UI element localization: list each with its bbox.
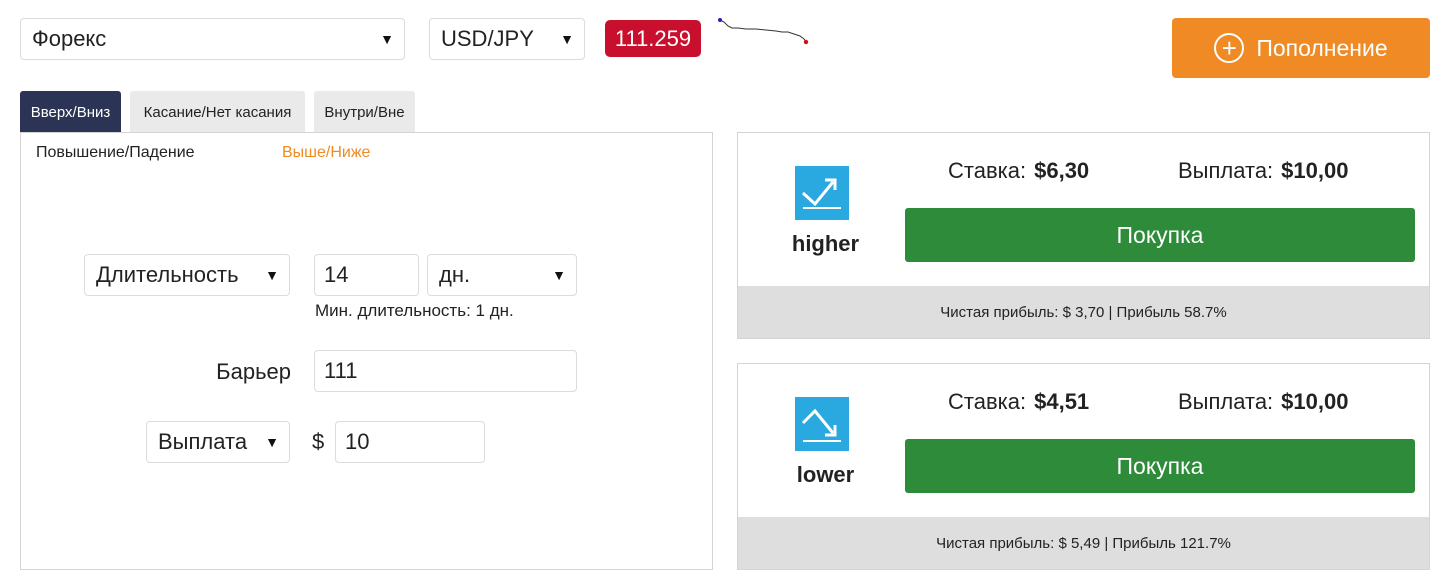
subtab-higher-lower[interactable]: Выше/Ниже [282, 144, 370, 162]
contract-card-lower: lower Ставка: $4,51 Выплата: $10,00 Покупк… [737, 363, 1430, 570]
chevron-down-icon: ▼ [265, 434, 279, 450]
payout-line: Выплата: $10,00 [1178, 158, 1348, 184]
tab-touch-no-touch[interactable]: Касание/Нет касания [130, 91, 305, 133]
contract-card-higher: higher Ставка: $6,30 Выплата: $10,00 Покуп… [737, 132, 1430, 339]
stake-label: Ставка: [948, 389, 1027, 414]
deposit-button[interactable]: + Пополнение [1172, 18, 1430, 78]
payout-line: Выплата: $10,00 [1178, 389, 1348, 415]
tab-in-out[interactable]: Внутри/Вне [314, 91, 415, 133]
price-sparkline [718, 18, 809, 45]
payout-label: Выплата: [1178, 158, 1274, 183]
spot-price-badge: 111.259 [605, 20, 701, 57]
profit-info: Чистая прибыль: $ 3,70 | Прибыль 58.7% [738, 286, 1429, 338]
duration-unit-select[interactable]: дн. ▼ [427, 254, 577, 296]
plus-circle-icon: + [1214, 33, 1245, 63]
sparkline-end-dot [803, 39, 809, 45]
stake-line: Ставка: $4,51 [948, 389, 1089, 415]
payout-type-value: Выплата [158, 429, 248, 454]
subtab-rise-fall[interactable]: Повышение/Падение [36, 144, 195, 162]
chevron-down-icon: ▼ [552, 267, 566, 283]
currency-symbol: $ [312, 429, 325, 454]
barrier-input[interactable]: 111 [314, 350, 577, 392]
stake-line: Ставка: $6,30 [948, 158, 1089, 184]
duration-hint: Мин. длительность: 1 дн. [315, 301, 514, 320]
market-select-value: Форекс [32, 26, 107, 51]
payout-label: Выплата: [1178, 389, 1274, 414]
chevron-down-icon: ▼ [380, 31, 394, 47]
payout-type-select[interactable]: Выплата ▼ [146, 421, 290, 463]
barrier-label: Барьер [216, 359, 291, 384]
arrow-down-icon [795, 397, 849, 451]
duration-unit-value: дн. [439, 262, 471, 287]
sparkline-start-dot [718, 18, 722, 22]
duration-type-select[interactable]: Длительность ▼ [84, 254, 290, 296]
payout-value: $10,00 [1281, 158, 1349, 183]
stake-value: $6,30 [1034, 158, 1090, 183]
stake-label: Ставка: [948, 158, 1027, 183]
tab-up-down-label: Вверх/Вниз [30, 103, 111, 121]
payout-amount-input[interactable]: 10 [335, 421, 485, 463]
tab-in-out-label: Внутри/Вне [324, 103, 405, 121]
arrow-up-icon [795, 166, 849, 220]
tab-up-down[interactable]: Вверх/Вниз [20, 91, 121, 133]
duration-value-input[interactable]: 14 [314, 254, 419, 296]
market-select[interactable]: Форекс ▼ [20, 18, 405, 60]
profit-info: Чистая прибыль: $ 5,49 | Прибыль 121.7% [738, 517, 1429, 569]
chevron-down-icon: ▼ [560, 31, 574, 47]
tab-touch-no-touch-label: Касание/Нет касания [143, 103, 292, 121]
symbol-select[interactable]: USD/JPY ▼ [429, 18, 585, 60]
buy-button[interactable]: Покупка [905, 208, 1415, 262]
chevron-down-icon: ▼ [265, 267, 279, 283]
symbol-select-value: USD/JPY [441, 26, 534, 51]
contract-name: lower [796, 462, 855, 487]
stake-value: $4,51 [1034, 389, 1090, 414]
duration-type-value: Длительность [96, 262, 239, 287]
contract-name: higher [791, 231, 860, 256]
payout-value: $10,00 [1281, 389, 1349, 414]
buy-button[interactable]: Покупка [905, 439, 1415, 493]
deposit-button-label: Пополнение [1256, 34, 1388, 61]
